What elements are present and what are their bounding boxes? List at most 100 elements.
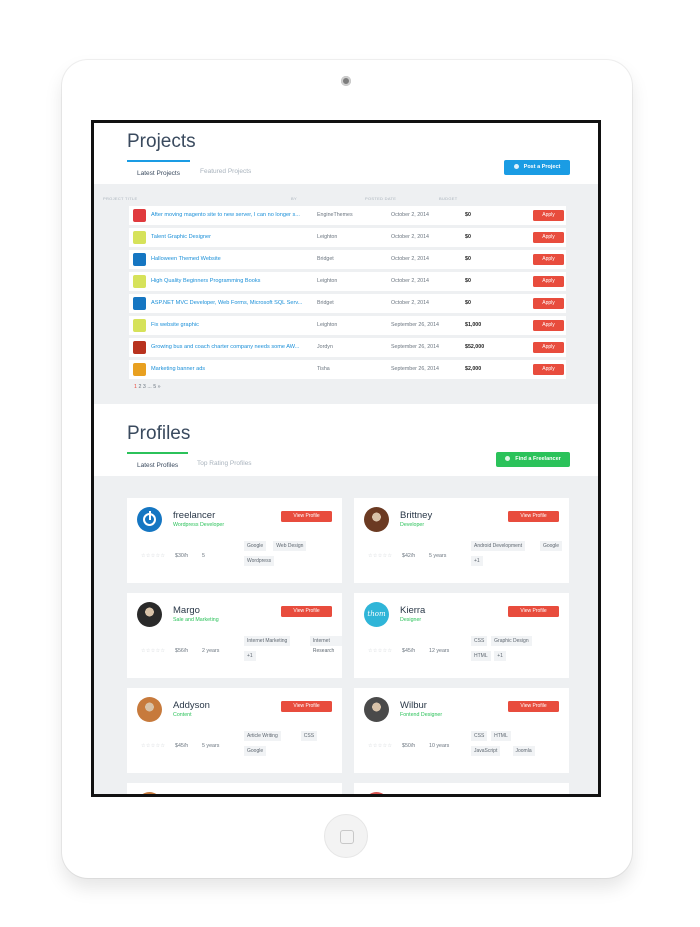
view-profile-button[interactable]: View Profile [281, 701, 332, 712]
project-author: Leighton [317, 234, 338, 240]
skill-tag: Joomla [512, 746, 535, 756]
project-title-link[interactable]: High Quality Beginners Programming Books [151, 278, 307, 284]
skill-tag: Google [244, 541, 267, 551]
find-freelancer-button[interactable]: Find a Freelancer [496, 452, 570, 467]
tablet-screen: Projects Latest Projects Featured Projec… [91, 120, 601, 797]
table-row: Growing bus and coach charter company ne… [129, 338, 566, 357]
profile-card-partial [354, 783, 569, 797]
project-date: September 26, 2014 [391, 322, 440, 328]
experience: 12 years [429, 648, 450, 654]
coach-logo-icon [133, 341, 146, 354]
experience: 5 [202, 553, 205, 559]
profile-role: Content [173, 712, 192, 718]
project-budget: $1,000 [465, 322, 482, 328]
project-author: Leighton [317, 322, 338, 328]
profile-name[interactable]: Kierra [400, 605, 425, 616]
project-title-link[interactable]: ASP.NET MVC Developer, Web Forms, Micros… [151, 300, 307, 306]
apply-button[interactable]: Apply [533, 342, 564, 353]
talent-logo-icon [133, 319, 146, 332]
view-profile-button[interactable] [281, 796, 332, 797]
project-budget: $52,000 [465, 344, 485, 350]
rating-stars: ☆☆☆☆☆ [141, 553, 166, 559]
project-author: Jordyn [317, 344, 333, 350]
skill-tag: HTML [471, 651, 491, 661]
apply-button[interactable]: Apply [533, 276, 564, 287]
project-budget: $2,000 [465, 366, 482, 372]
apply-button[interactable]: Apply [533, 298, 564, 309]
user-avatar [364, 792, 389, 794]
gear-icon [513, 163, 519, 169]
power-avatar-icon [137, 507, 162, 532]
view-profile-button[interactable]: View Profile [508, 701, 559, 712]
profile-name[interactable]: Margo [173, 605, 200, 616]
project-title-link[interactable]: After moving magento site to new server,… [151, 212, 307, 218]
view-profile-button[interactable]: View Profile [508, 511, 559, 522]
profile-card: Brittney Developer View Profile ☆☆☆☆☆ $42/h 5… [354, 498, 569, 583]
projects-title: Projects [127, 131, 196, 152]
experience: 5 years [202, 743, 220, 749]
apply-button[interactable]: Apply [533, 364, 564, 375]
page-next[interactable]: » [158, 384, 161, 390]
view-profile-button[interactable]: View Profile [281, 511, 332, 522]
rating-stars: ☆☆☆☆☆ [368, 553, 393, 559]
project-budget: $0 [465, 234, 471, 240]
apply-button[interactable]: Apply [533, 254, 564, 265]
user-avatar [364, 507, 389, 532]
profile-name[interactable]: Brittney [400, 510, 432, 521]
project-title-link[interactable]: Fix website graphic [151, 322, 307, 328]
apply-button[interactable]: Apply [533, 320, 564, 331]
skill-tag: Google [244, 746, 267, 756]
user-avatar [137, 792, 162, 794]
tab-featured-projects[interactable]: Featured Projects [190, 160, 261, 184]
tab-top-rating-profiles[interactable]: Top Rating Profiles [187, 452, 262, 476]
page-ellipsis: ... [147, 384, 152, 390]
thom-avatar: thom [364, 602, 389, 627]
project-title-link[interactable]: Halloween Themed Website [151, 256, 307, 262]
page-link[interactable]: 2 [138, 384, 141, 390]
skill-tag: Article Writing [244, 731, 281, 741]
hourly-rate: $45/h [175, 743, 189, 749]
home-button[interactable] [324, 814, 368, 858]
profile-name[interactable]: freelancer [173, 510, 215, 521]
project-budget: $0 [465, 300, 471, 306]
table-row: Marketing banner ads Tisha September 26, 2… [129, 360, 566, 379]
project-title-link[interactable]: Talent Graphic Designer [151, 234, 307, 240]
table-row: Halloween Themed Website Bridget October 2… [129, 250, 566, 269]
project-title-link[interactable]: Growing bus and coach charter company ne… [151, 344, 307, 350]
profile-card: Wilbur Fontend Designer View Profile ☆☆☆☆☆ $… [354, 688, 569, 773]
table-row: High Quality Beginners Programming Books… [129, 272, 566, 291]
profile-role: Designer [400, 617, 422, 623]
page-current[interactable]: 1 [134, 384, 137, 390]
col-project-title: PROJECT TITLE [103, 196, 138, 201]
skill-tag: Graphic Design [491, 636, 532, 646]
post-project-button[interactable]: Post a Project [504, 160, 570, 175]
project-title-link[interactable]: Marketing banner ads [151, 366, 307, 372]
project-date: September 26, 2014 [391, 344, 440, 350]
experience: 2 years [202, 648, 220, 654]
page-link[interactable]: 5 [153, 384, 156, 390]
profile-name[interactable]: Addyson [173, 700, 210, 711]
apply-button[interactable]: Apply [533, 232, 564, 243]
avatar-text: thom [367, 610, 386, 618]
profile-card-partial [127, 783, 342, 797]
table-row: Talent Graphic Designer Leighton October 2… [129, 228, 566, 247]
skill-tag: Internet Research [309, 636, 342, 654]
plus-icon [505, 455, 511, 461]
view-profile-button[interactable]: View Profile [508, 606, 559, 617]
apply-button[interactable]: Apply [533, 210, 564, 221]
talent-logo-icon [133, 275, 146, 288]
view-profile-button[interactable]: View Profile [281, 606, 332, 617]
skill-tag: CSS [471, 636, 488, 646]
view-profile-button[interactable] [508, 796, 559, 797]
skill-tag: +1 [471, 556, 483, 566]
tab-latest-profiles[interactable]: Latest Profiles [127, 452, 189, 476]
profile-name[interactable]: Wilbur [400, 700, 427, 711]
project-date: October 2, 2014 [391, 278, 429, 284]
page-link[interactable]: 3 [143, 384, 146, 390]
hourly-rate: $45/h [402, 648, 416, 654]
tab-latest-projects[interactable]: Latest Projects [127, 160, 190, 184]
skill-tag: Web Design [273, 541, 307, 551]
project-date: October 2, 2014 [391, 256, 429, 262]
skill-tag: +1 [244, 651, 256, 661]
skill-tag: CSS [471, 731, 488, 741]
